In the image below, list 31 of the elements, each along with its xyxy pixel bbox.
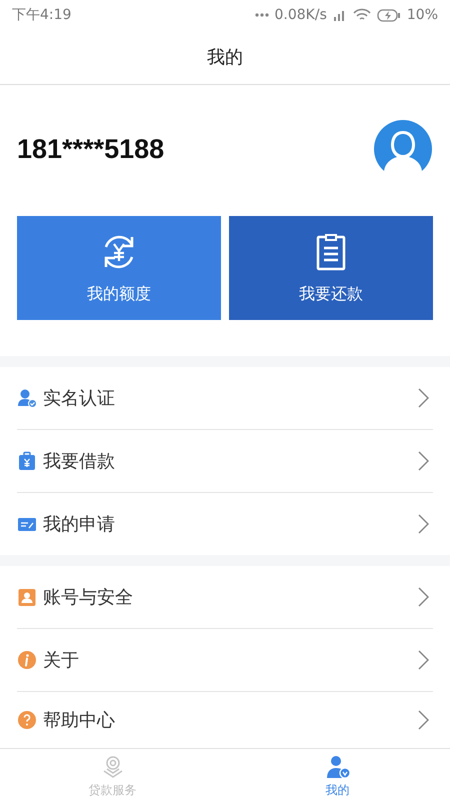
- chevron-right-icon: [417, 710, 429, 730]
- wifi-icon: [352, 8, 371, 22]
- more-dots-icon: [254, 13, 268, 17]
- id-card-icon: [17, 587, 37, 607]
- chevron-right-icon: [417, 650, 429, 670]
- menu-item[interactable]: 实名认证: [43, 386, 411, 410]
- user-check-icon: [17, 388, 37, 408]
- tab-item[interactable]: 我的: [225, 749, 450, 800]
- page-title: 我的: [207, 46, 243, 69]
- network-speed: 0.08K/s: [274, 7, 327, 23]
- repay-button[interactable]: 我要还款: [229, 216, 433, 320]
- status-time: 下午4:19: [12, 6, 72, 24]
- battery-level: 10%: [406, 7, 438, 23]
- chevron-right-icon: [417, 451, 429, 471]
- info-icon: [17, 650, 37, 670]
- signal-icon: [332, 9, 347, 21]
- menu-item[interactable]: 关于: [43, 648, 411, 672]
- menu-item[interactable]: 我的申请: [43, 512, 411, 536]
- menu-item[interactable]: 账号与安全: [43, 585, 411, 609]
- chevron-right-icon: [417, 388, 429, 408]
- phone-number: 181****5188: [17, 134, 164, 164]
- avatar-icon[interactable]: [373, 119, 433, 179]
- yen-bag-icon: [17, 451, 37, 471]
- help-icon: [17, 710, 37, 730]
- user-icon: [324, 754, 350, 780]
- menu-item[interactable]: 帮助中心: [43, 708, 411, 732]
- chevron-right-icon: [417, 587, 429, 607]
- chevron-right-icon: [417, 514, 429, 534]
- battery-charging-icon: [376, 8, 401, 22]
- menu-item[interactable]: 我要借款: [43, 449, 411, 473]
- credit-limit-button[interactable]: 我的额度: [17, 216, 221, 320]
